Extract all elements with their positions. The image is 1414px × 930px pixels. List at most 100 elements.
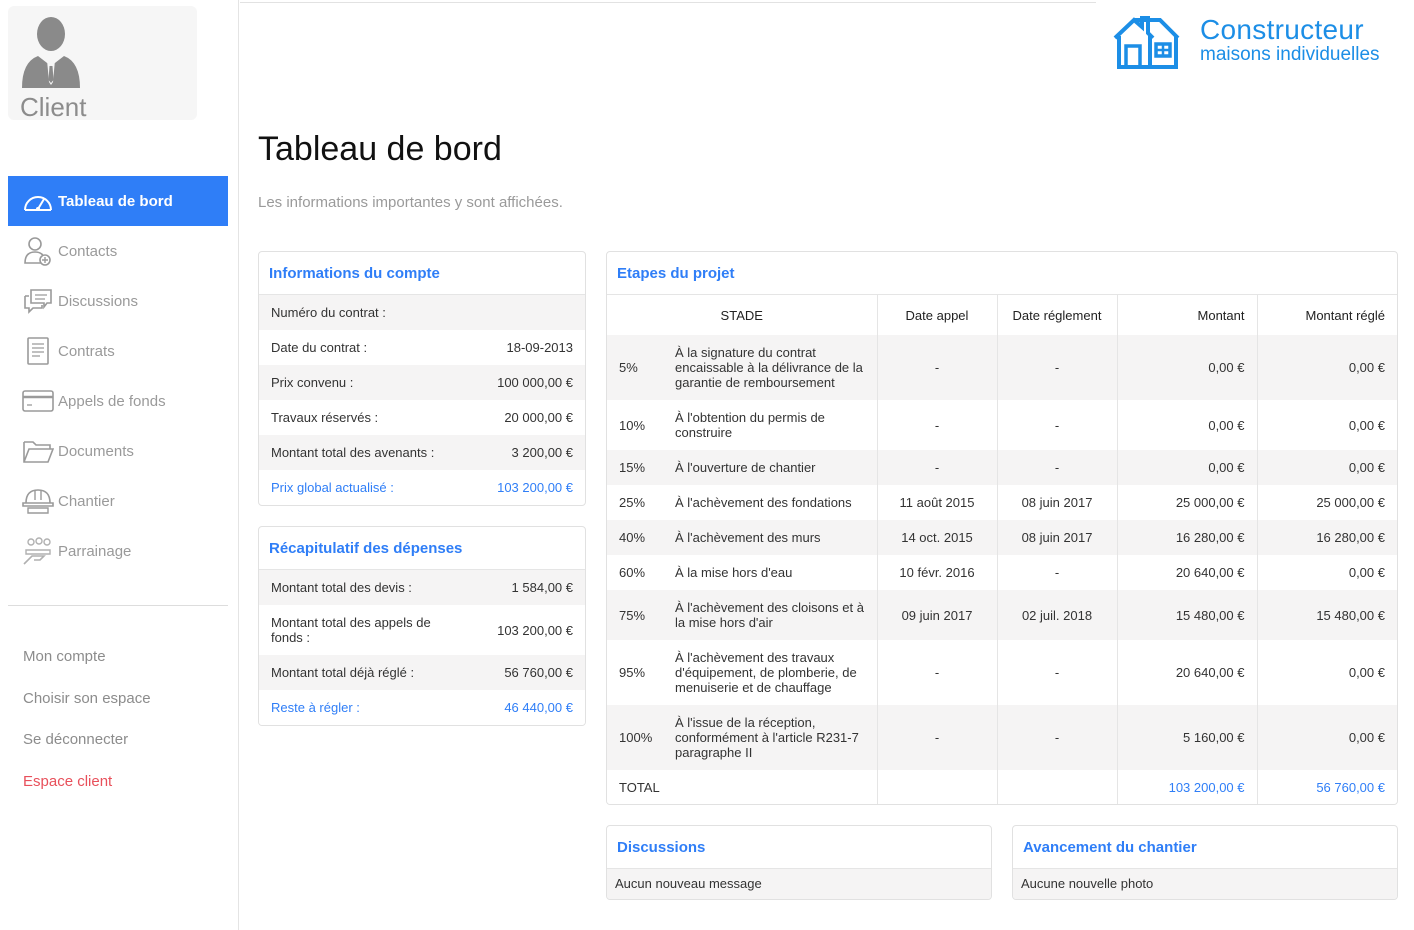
cell-date-appel: - <box>876 640 997 705</box>
row-value: 56 760,00 € <box>504 665 573 680</box>
cell-date-appel: - <box>876 705 997 770</box>
cell-date-reglement: 08 juin 2017 <box>996 485 1117 520</box>
contact-user-icon <box>22 235 54 267</box>
cell-date-reglement: 08 juin 2017 <box>996 520 1117 555</box>
sidebar-item-discussions[interactable]: Discussions <box>8 276 228 326</box>
table-row: 40% À l'achèvement des murs 14 oct. 2015… <box>607 520 1397 555</box>
account-links: Mon compte Choisir son espace Se déconne… <box>23 645 151 811</box>
sidebar-nav: Tableau de bord Contacts Discussions Con… <box>8 176 228 576</box>
profile-role: Client <box>20 92 87 122</box>
row-value: 103 200,00 € <box>497 480 573 495</box>
cell-montant: 25 000,00 € <box>1116 485 1257 520</box>
sidebar-item-parrainage[interactable]: Parrainage <box>8 526 228 576</box>
account-row: Date du contrat : 18-09-2013 <box>259 330 585 365</box>
project-stages-table: STADE Date appel Date réglement Montant … <box>607 295 1397 804</box>
table-row: 100% À l'issue de la réception, conformé… <box>607 705 1397 770</box>
cell-date-reglement: - <box>996 400 1117 450</box>
folder-icon <box>22 435 54 467</box>
sidebar-item-label: Parrainage <box>58 542 132 560</box>
row-label: Montant total des devis : <box>271 580 412 595</box>
sidebar-item-label: Appels de fonds <box>58 392 166 410</box>
cell-pct: 10% <box>619 417 646 433</box>
row-value: 103 200,00 € <box>497 622 573 638</box>
cell-empty <box>996 770 1117 804</box>
sidebar-item-documents[interactable]: Documents <box>8 426 228 476</box>
sidebar-divider <box>8 605 228 606</box>
cell-pct: 15% <box>619 460 646 475</box>
cell-montant: 20 640,00 € <box>1116 640 1257 705</box>
cell-montant-regle: 16 280,00 € <box>1256 520 1397 555</box>
discussions-panel-title[interactable]: Discussions <box>607 826 991 869</box>
row-label: Montant total des appels de fonds : <box>271 615 431 645</box>
sidebar-item-label: Chantier <box>58 492 115 510</box>
row-label: Date du contrat : <box>271 340 368 355</box>
brand-logo[interactable]: Constructeur maisons individuelles <box>1112 14 1402 74</box>
sidebar-item-contrats[interactable]: Contrats <box>8 326 228 376</box>
table-row: 15% À l'ouverture de chantier - - 0,00 €… <box>607 450 1397 485</box>
row-label: Prix global actualisé : <box>271 480 394 495</box>
discussions-panel[interactable]: Discussions Aucun nouveau message <box>606 825 992 900</box>
cell-montant: 0,00 € <box>1116 450 1257 485</box>
row-value: 100 000,00 € <box>497 375 573 390</box>
cell-montant: 0,00 € <box>1116 335 1257 400</box>
sidebar-item-label: Tableau de bord <box>58 192 173 210</box>
row-label: Prix convenu : <box>271 375 354 390</box>
cell-montant-regle: 0,00 € <box>1256 705 1397 770</box>
site-progress-panel-title[interactable]: Avancement du chantier <box>1013 826 1397 869</box>
cell-stade: À la signature du contrat encaissable à … <box>675 345 863 390</box>
link-espace-client[interactable]: Espace client <box>23 770 151 812</box>
expenses-panel-title: Récapitulatif des dépenses <box>259 527 585 570</box>
sidebar-item-label: Documents <box>58 442 134 460</box>
cell-pct: 60% <box>619 565 646 580</box>
sidebar-item-appels-de-fonds[interactable]: Appels de fonds <box>8 376 228 426</box>
cell-montant: 5 160,00 € <box>1116 705 1257 770</box>
project-stages-panel: Etapes du projet STADE Date appel Date r… <box>606 251 1398 805</box>
expense-row: Montant total déjà réglé : 56 760,00 € <box>259 655 585 690</box>
cell-stade: À l'achèvement des travaux d'équipement,… <box>675 650 857 695</box>
table-row: 25% À l'achèvement des fondations 11 aoû… <box>607 485 1397 520</box>
row-label: Montant total des avenants : <box>271 445 435 460</box>
col-header-montant-regle: Montant réglé <box>1256 295 1397 335</box>
cell-date-appel: 10 févr. 2016 <box>876 555 997 590</box>
cell-stade: À l'achèvement des cloisons et à la mise… <box>675 600 864 630</box>
cell-date-appel: - <box>876 450 997 485</box>
expenses-rows: Montant total des devis : 1 584,00 € Mon… <box>259 570 585 725</box>
account-row: Travaux réservés : 20 000,00 € <box>259 400 585 435</box>
cell-empty <box>876 770 997 804</box>
table-row: 60% À la mise hors d'eau 10 févr. 2016 -… <box>607 555 1397 590</box>
user-avatar-icon <box>22 17 80 88</box>
row-label: Reste à régler : <box>271 700 360 715</box>
cell-montant-regle: 0,00 € <box>1256 450 1397 485</box>
link-se-deconnecter[interactable]: Se déconnecter <box>23 728 151 770</box>
cell-pct: 95% <box>619 665 646 680</box>
cell-stade: À l'obtention du permis de construire <box>675 410 825 440</box>
row-value: 3 200,00 € <box>511 445 573 460</box>
cell-stade: À l'issue de la réception, conformément … <box>675 715 859 760</box>
cell-date-reglement: - <box>996 450 1117 485</box>
cell-stade: À l'achèvement des fondations <box>675 495 852 510</box>
credit-card-icon <box>22 385 54 417</box>
cell-total-montant: 103 200,00 € <box>1116 770 1257 804</box>
expense-row-remaining: Reste à régler : 46 440,00 € <box>259 690 585 725</box>
link-mon-compte[interactable]: Mon compte <box>23 645 151 687</box>
cell-montant: 15 480,00 € <box>1116 590 1257 640</box>
sidebar-item-contacts[interactable]: Contacts <box>8 226 228 276</box>
cell-date-appel: - <box>876 400 997 450</box>
sidebar-item-chantier[interactable]: Chantier <box>8 476 228 526</box>
cell-montant-regle: 0,00 € <box>1256 555 1397 590</box>
cell-pct: 5% <box>619 360 638 375</box>
house-logo-icon <box>1113 16 1180 69</box>
account-row: Numéro du contrat : <box>259 295 585 330</box>
cell-stade: À la mise hors d'eau <box>675 565 793 580</box>
sidebar-item-tableau-de-bord[interactable]: Tableau de bord <box>8 176 228 226</box>
project-panel-title: Etapes du projet <box>607 252 1397 295</box>
cell-date-reglement: 02 juil. 2018 <box>996 590 1117 640</box>
discussions-empty-message: Aucun nouveau message <box>607 869 991 899</box>
table-header-row: STADE Date appel Date réglement Montant … <box>607 295 1397 335</box>
link-choisir-son-espace[interactable]: Choisir son espace <box>23 687 151 729</box>
col-header-stade: STADE <box>720 307 763 323</box>
site-progress-panel[interactable]: Avancement du chantier Aucune nouvelle p… <box>1012 825 1398 900</box>
col-header-date-appel: Date appel <box>876 295 997 335</box>
site-progress-empty-message: Aucune nouvelle photo <box>1013 869 1397 899</box>
document-icon <box>22 335 54 367</box>
